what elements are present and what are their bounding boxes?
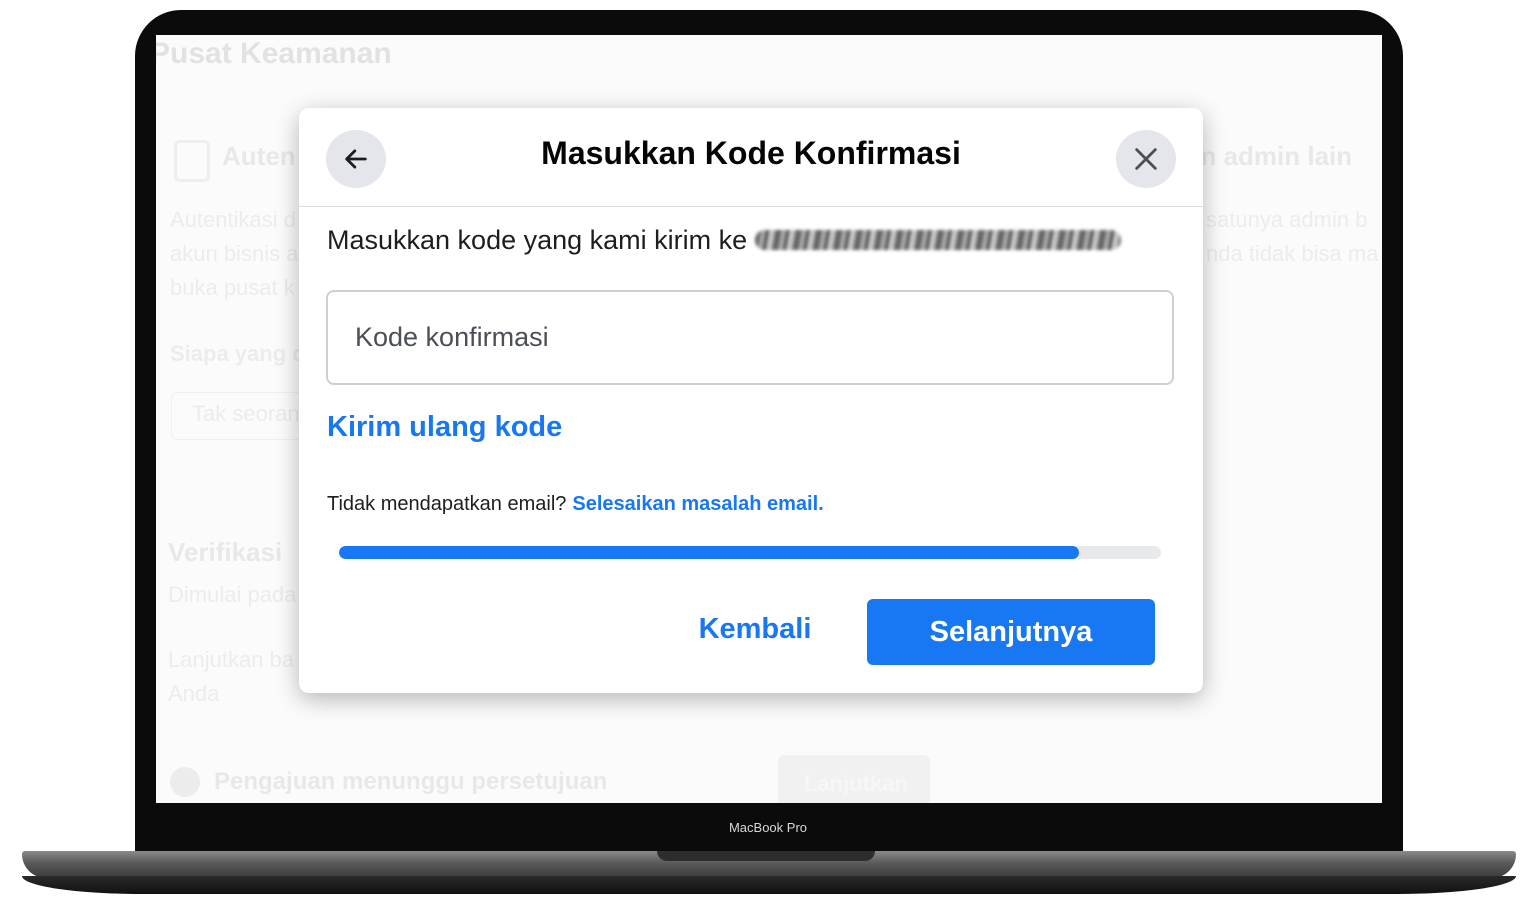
help-text: Tidak mendapatkan email? (327, 493, 567, 515)
pending-button-label: Lanjutkan (804, 771, 908, 796)
laptop-notch (657, 851, 875, 861)
continue-text: Lanjutkan ba (168, 647, 294, 672)
confirmation-code-input[interactable] (326, 290, 1174, 385)
card-left-question: Siapa yang d (170, 341, 306, 366)
help-row: Tidak mendapatkan email? Selesaikan masal… (327, 493, 824, 516)
description-text: Masukkan kode yang kami kirim ke (327, 225, 748, 255)
page-title: Pusat Keamanan (156, 37, 392, 70)
verify-heading: Verifikasi (168, 537, 283, 567)
card-left-text: Autentikasi d (170, 207, 296, 232)
card-right-heading: an admin lain (1186, 141, 1353, 171)
card-left-heading: Auten (222, 141, 296, 171)
close-button[interactable] (1116, 130, 1176, 188)
laptop-base-shadow (22, 876, 1516, 894)
back-button[interactable]: Kembali (687, 600, 823, 658)
status-icon (170, 767, 200, 797)
progress-fill (339, 546, 1079, 559)
background-field-text: Tak seorang (192, 401, 312, 426)
continue-text: Anda (168, 681, 220, 706)
redacted-email (755, 229, 1122, 250)
confirmation-dialog: Masukkan Kode Konfirmasi Masukkan kode y… (299, 108, 1203, 693)
device-label: MacBook Pro (728, 820, 808, 835)
progress-bar (339, 546, 1161, 559)
close-icon (1135, 148, 1157, 170)
dialog-description: Masukkan kode yang kami kirim ke (327, 225, 1122, 256)
lock-icon (174, 140, 210, 182)
card-left-text: akun bisnis a (170, 241, 299, 266)
verify-text: Dimulai pada (168, 582, 297, 607)
card-left-text: buka pusat k (170, 275, 295, 300)
next-button[interactable]: Selanjutnya (867, 599, 1155, 665)
dialog-header: Masukkan Kode Konfirmasi (299, 108, 1203, 207)
card-right-text: nda tidak bisa ma (1206, 241, 1379, 266)
dialog-title: Masukkan Kode Konfirmasi (541, 135, 961, 171)
card-right-text: satunya admin b (1206, 207, 1368, 232)
troubleshoot-email-link[interactable]: Selesaikan masalah email. (572, 493, 823, 515)
pending-text: Pengajuan menunggu persetujuan (214, 768, 608, 795)
resend-code-link[interactable]: Kirim ulang kode (327, 411, 562, 444)
